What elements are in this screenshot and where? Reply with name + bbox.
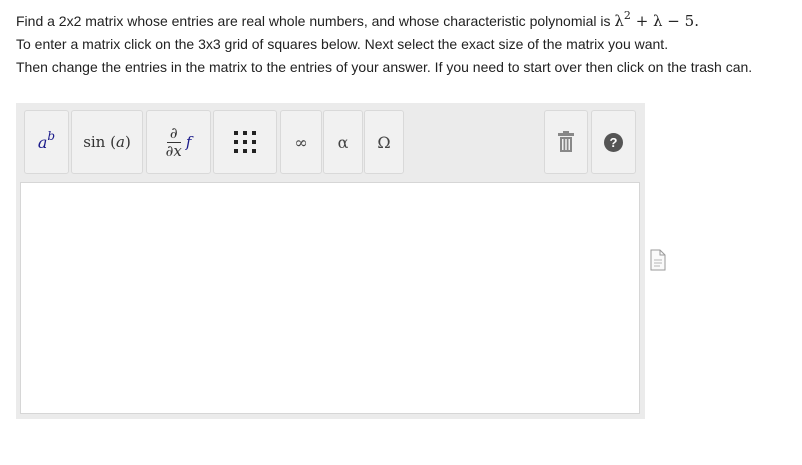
symbols-button[interactable]: Ω	[364, 110, 404, 174]
trash-button[interactable]	[544, 110, 588, 174]
derivative-symbol: ∂ ∂x f	[165, 123, 192, 160]
calculus-button[interactable]: ∂ ∂x f	[146, 110, 211, 174]
superscript-button[interactable]: ab	[24, 110, 69, 174]
question-prompt: Find a 2x2 matrix whose entries are real…	[16, 13, 611, 29]
math-toolbar: ab sin (a) ∂ ∂x f ∞ α Ω ?	[16, 103, 645, 181]
infinity-symbol: ∞	[294, 132, 308, 152]
sin-symbol: sin (a)	[83, 133, 131, 151]
math-editor: ab sin (a) ∂ ∂x f ∞ α Ω ?	[16, 103, 645, 419]
greek-letters-button[interactable]: α	[323, 110, 363, 174]
trig-functions-button[interactable]: sin (a)	[71, 110, 143, 174]
answer-input[interactable]	[20, 182, 640, 414]
omega-symbol: Ω	[377, 132, 391, 152]
matrix-button[interactable]	[213, 110, 277, 174]
document-icon[interactable]	[650, 249, 666, 276]
alpha-symbol: α	[337, 132, 349, 152]
question-line-1: Find a 2x2 matrix whose entries are real…	[16, 10, 796, 33]
help-icon: ?	[604, 132, 623, 152]
characteristic-polynomial: λ2 + λ − 5.	[614, 9, 699, 30]
help-button[interactable]: ?	[591, 110, 636, 174]
infinity-button[interactable]: ∞	[280, 110, 322, 174]
question-line-3: Then change the entries in the matrix to…	[16, 59, 753, 75]
question-text: Find a 2x2 matrix whose entries are real…	[16, 10, 796, 79]
matrix-grid-icon	[234, 131, 256, 153]
trash-icon	[558, 131, 574, 152]
question-line-2: To enter a matrix click on the 3x3 grid …	[16, 36, 669, 52]
superscript-symbol: ab	[37, 128, 56, 152]
